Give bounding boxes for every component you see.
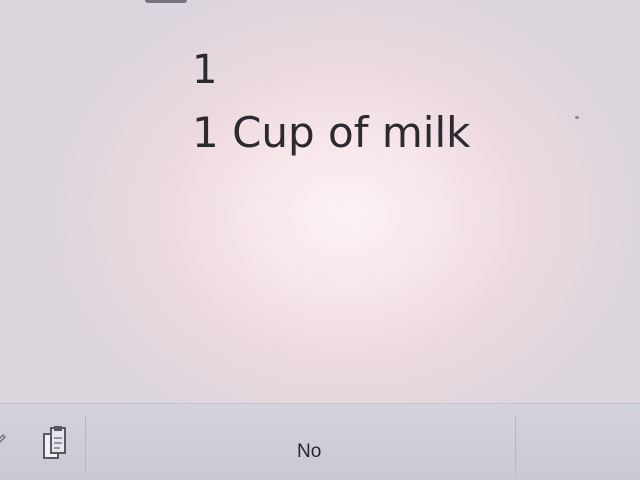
document-canvas: 1 1 Cup of milk [0, 0, 640, 405]
clipboard-icon[interactable] [38, 424, 72, 462]
document-line-quantity: 1 [192, 47, 218, 93]
bottom-toolbar: No [0, 403, 640, 480]
document-line-ingredient: 1 Cup of milk [192, 108, 471, 157]
clipboard-icon-svg [43, 426, 66, 459]
toolbar-separator-left [85, 416, 86, 474]
photographed-screen: 1 1 Cup of milk No [0, 0, 640, 480]
no-button[interactable]: No [297, 441, 321, 463]
toolbar-separator-right [515, 416, 516, 474]
pen-icon-svg [0, 433, 7, 444]
pen-icon[interactable] [0, 428, 8, 448]
screen-speck [575, 116, 579, 119]
